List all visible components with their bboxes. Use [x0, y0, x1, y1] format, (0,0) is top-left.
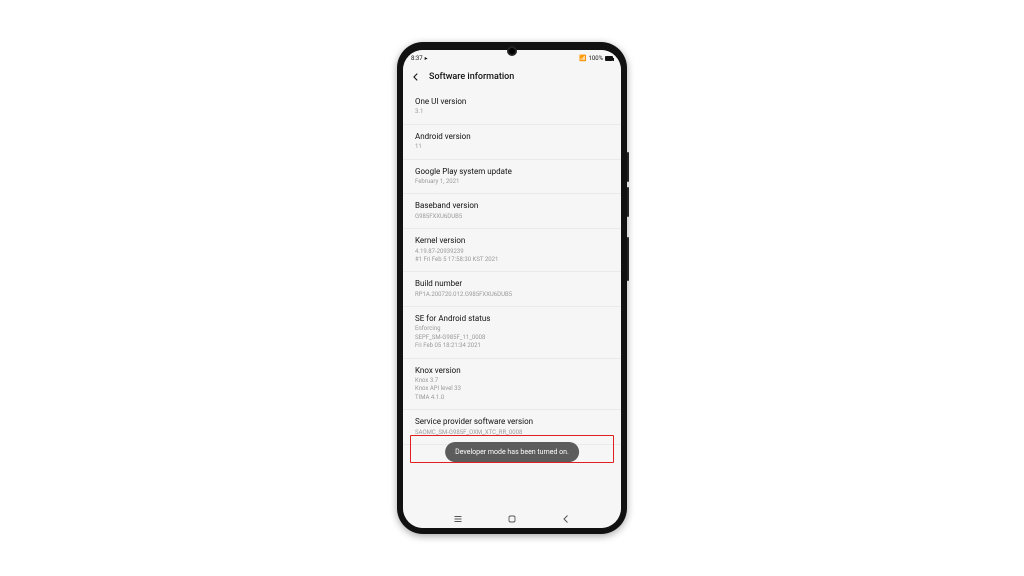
item-value: Enforcing SEPF_SM-G985F_11_0008 Fri Feb … [415, 325, 609, 350]
item-label: Knox version [415, 366, 609, 376]
recent-apps-button[interactable] [451, 512, 465, 526]
nav-bar [403, 510, 621, 528]
item-value: February 1, 2021 [415, 178, 609, 186]
battery-percent: 100% [588, 55, 603, 62]
list-item[interactable]: One UI version 3.1 [403, 90, 621, 125]
volume-up-button[interactable] [627, 152, 629, 182]
item-label: Baseband version [415, 201, 609, 211]
toast-text: Developer mode has been turned on. [455, 448, 569, 456]
list-item[interactable]: SE for Android status Enforcing SEPF_SM-… [403, 307, 621, 359]
item-value: Knox 3.7 Knox API level 33 TIMA 4.1.0 [415, 377, 609, 402]
list-item[interactable]: Google Play system update February 1, 20… [403, 160, 621, 195]
battery-icon [605, 56, 613, 61]
list-item[interactable]: Service provider software version SAOMC_… [403, 410, 621, 445]
item-value: G985FXXU6DUB5 [415, 213, 609, 221]
phone-frame: 8:37 ▸ 📶 100% Software information One U… [397, 42, 627, 534]
video-icon: ▸ [425, 55, 428, 62]
volume-down-button[interactable] [627, 187, 629, 217]
item-label: Kernel version [415, 236, 609, 246]
status-time: 8:37 [411, 55, 423, 62]
item-label: One UI version [415, 97, 609, 107]
item-label: Build number [415, 279, 609, 289]
list-item[interactable]: Knox version Knox 3.7 Knox API level 33 … [403, 359, 621, 411]
settings-list[interactable]: One UI version 3.1 Android version 11 Go… [403, 90, 621, 510]
list-item[interactable]: Baseband version G985FXXU6DUB5 [403, 194, 621, 229]
power-button[interactable] [627, 237, 629, 281]
list-item[interactable]: Android version 11 [403, 125, 621, 160]
page-title: Software information [429, 72, 514, 82]
item-value: RP1A.200720.012.G985FXXU6DUB5 [415, 291, 609, 299]
back-icon[interactable] [411, 72, 421, 82]
item-label: SE for Android status [415, 314, 609, 324]
item-value: 11 [415, 143, 609, 151]
list-item[interactable]: Build number RP1A.200720.012.G985FXXU6DU… [403, 272, 621, 307]
item-value: SAOMC_SM-G985F_OXM_XTC_RR_0008 [415, 429, 609, 437]
item-value: 3.1 [415, 108, 609, 116]
home-button[interactable] [505, 512, 519, 526]
front-camera [507, 46, 517, 56]
back-button[interactable] [559, 512, 573, 526]
item-label: Service provider software version [415, 417, 609, 427]
toast-message: Developer mode has been turned on. [445, 442, 579, 462]
item-value: 4.19.87-20939239 #1 Fri Feb 5 17:58:30 K… [415, 248, 609, 265]
signal-icon: 📶 [579, 55, 586, 62]
item-label: Google Play system update [415, 167, 609, 177]
screen: 8:37 ▸ 📶 100% Software information One U… [403, 50, 621, 528]
header: Software information [403, 66, 621, 90]
list-item[interactable]: Kernel version 4.19.87-20939239 #1 Fri F… [403, 229, 621, 272]
item-label: Android version [415, 132, 609, 142]
